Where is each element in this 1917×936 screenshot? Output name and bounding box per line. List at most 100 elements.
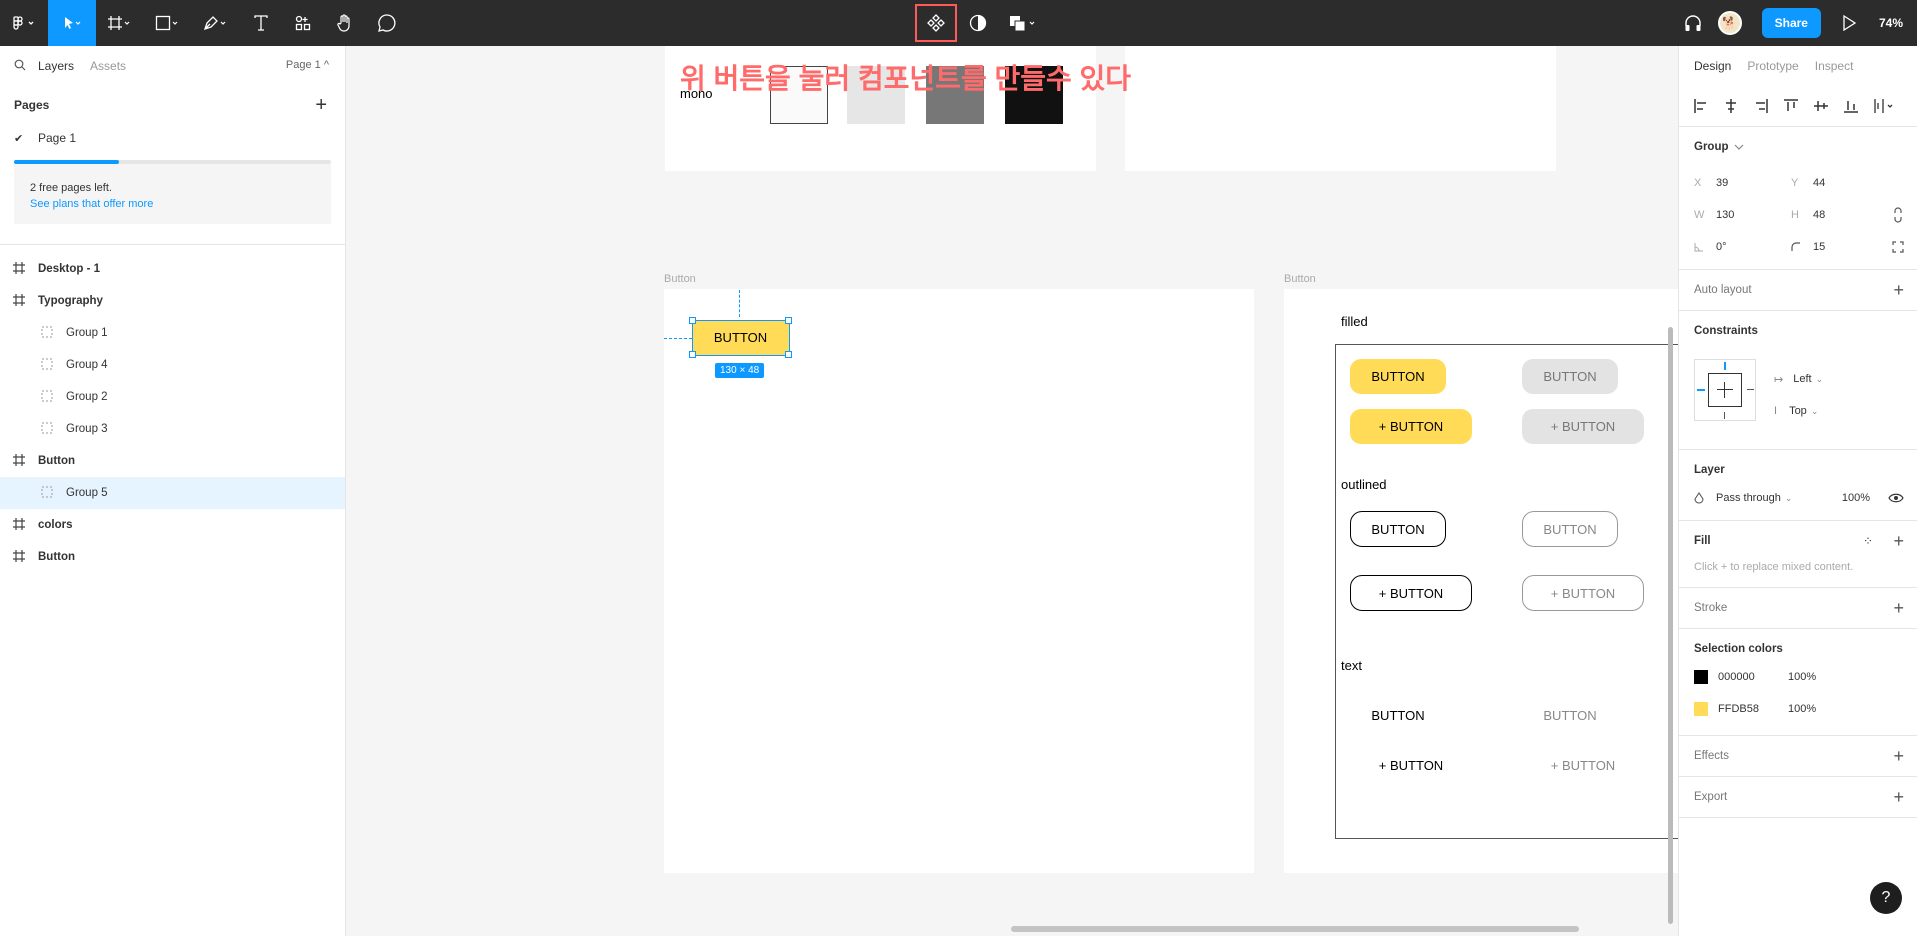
button-filled-gray-icon[interactable]: + BUTTON: [1522, 409, 1644, 444]
y-label: Y: [1791, 177, 1799, 189]
layer-row[interactable]: colors: [0, 509, 345, 541]
add-stroke-button[interactable]: +: [1893, 598, 1904, 619]
play-icon[interactable]: [1831, 0, 1867, 46]
button-outlined-gray[interactable]: BUTTON: [1522, 511, 1618, 547]
w-field[interactable]: 130: [1716, 209, 1791, 221]
tab-design[interactable]: Design: [1694, 59, 1731, 73]
shape-tool-icon[interactable]: [144, 0, 192, 46]
frame-label-button[interactable]: Button: [664, 273, 696, 285]
help-button[interactable]: ?: [1870, 882, 1902, 914]
tab-layers[interactable]: Layers: [38, 59, 74, 73]
layer-row[interactable]: Group 5: [0, 477, 345, 509]
button-filled-gray[interactable]: BUTTON: [1522, 359, 1618, 394]
auto-layout-header[interactable]: Auto layout +: [1679, 270, 1917, 310]
add-export-button[interactable]: +: [1893, 787, 1904, 808]
align-bottom-icon[interactable]: [1843, 98, 1859, 114]
page-item-label: Page 1: [38, 131, 77, 145]
pen-tool-icon[interactable]: [192, 0, 240, 46]
constraints-widget[interactable]: [1694, 359, 1756, 421]
add-auto-layout-button[interactable]: +: [1893, 280, 1904, 301]
align-v-center-icon[interactable]: [1813, 98, 1829, 114]
tab-inspect[interactable]: Inspect: [1815, 59, 1854, 73]
layer-row[interactable]: Typography: [0, 285, 345, 317]
tab-prototype[interactable]: Prototype: [1747, 59, 1798, 73]
button-outlined-gray-icon[interactable]: + BUTTON: [1522, 575, 1644, 611]
align-left-icon[interactable]: [1693, 98, 1709, 114]
layer-row[interactable]: Group 1: [0, 317, 345, 349]
text-tool-icon[interactable]: [240, 0, 282, 46]
eye-icon[interactable]: [1888, 493, 1904, 503]
button-outlined-icon[interactable]: + BUTTON: [1350, 575, 1472, 611]
blend-mode-select[interactable]: Pass through: [1716, 492, 1781, 504]
button-text-gray-icon[interactable]: + BUTTON: [1522, 748, 1644, 783]
resize-handle-br[interactable]: [785, 351, 792, 358]
comment-icon[interactable]: [366, 0, 408, 46]
button-text-icon[interactable]: + BUTTON: [1350, 748, 1472, 783]
add-effect-button[interactable]: +: [1893, 746, 1904, 767]
button-filled-yellow-icon[interactable]: + BUTTON: [1350, 409, 1472, 444]
move-tool-icon[interactable]: [48, 0, 96, 46]
layer-row[interactable]: Button: [0, 445, 345, 477]
figma-menu-icon[interactable]: [0, 0, 48, 46]
colors-frame-2[interactable]: [1125, 46, 1556, 171]
button-outlined[interactable]: BUTTON: [1350, 511, 1446, 547]
avatar[interactable]: 🐕: [1717, 11, 1742, 35]
search-icon[interactable]: [14, 59, 26, 74]
independent-corners-icon[interactable]: [1892, 241, 1904, 253]
distribute-icon[interactable]: [1873, 98, 1893, 114]
layer-row[interactable]: Button: [0, 541, 345, 573]
resize-handle-bl[interactable]: [689, 351, 696, 358]
create-component-icon[interactable]: [915, 4, 957, 42]
page-selector[interactable]: Page 1 ^: [286, 59, 329, 71]
h-field[interactable]: 48: [1813, 209, 1888, 221]
align-right-icon[interactable]: [1753, 98, 1769, 114]
button-text[interactable]: BUTTON: [1350, 698, 1446, 733]
y-field[interactable]: 44: [1813, 177, 1888, 189]
selection-color-row[interactable]: FFDB58 100%: [1679, 693, 1917, 725]
zoom-menu[interactable]: 74%: [1879, 16, 1903, 30]
share-button[interactable]: Share: [1761, 8, 1821, 38]
color-opacity[interactable]: 100%: [1788, 671, 1816, 683]
boolean-icon[interactable]: [999, 0, 1049, 46]
x-field[interactable]: 39: [1716, 177, 1791, 189]
resize-handle-tl[interactable]: [689, 317, 696, 324]
mask-icon[interactable]: [957, 0, 999, 46]
horizontal-scrollbar[interactable]: [1011, 926, 1579, 932]
color-swatch[interactable]: [1694, 702, 1708, 716]
frame-label-button-2[interactable]: Button: [1284, 273, 1316, 285]
group-header[interactable]: Group: [1679, 127, 1917, 167]
constraint-horizontal[interactable]: ↦ Left ⌄: [1759, 363, 1838, 395]
add-fill-button[interactable]: +: [1893, 531, 1904, 552]
tab-assets[interactable]: Assets: [90, 59, 126, 73]
layer-row[interactable]: Group 3: [0, 413, 345, 445]
resize-handle-tr[interactable]: [785, 317, 792, 324]
layer-label: Group 3: [66, 423, 108, 435]
constrain-proportions-icon[interactable]: [1893, 207, 1903, 223]
align-h-center-icon[interactable]: [1723, 98, 1739, 114]
layer-row[interactable]: Group 2: [0, 381, 345, 413]
layer-row[interactable]: Group 4: [0, 349, 345, 381]
style-icon[interactable]: ⁘: [1863, 534, 1873, 548]
constraint-vertical[interactable]: I Top ⌄: [1759, 395, 1833, 427]
canvas[interactable]: mono 위 버튼을 눌러 컴포넌트를 만들수 있다 Button BUTTON…: [346, 46, 1678, 936]
color-opacity[interactable]: 100%: [1788, 703, 1816, 715]
corner-radius-field[interactable]: 15: [1813, 241, 1888, 253]
color-swatch[interactable]: [1694, 670, 1708, 684]
layer-opacity[interactable]: 100%: [1842, 492, 1870, 504]
page-item-page-1[interactable]: ✔ Page 1: [0, 124, 345, 152]
effects-header: Effects +: [1679, 736, 1917, 776]
vertical-scrollbar[interactable]: [1668, 327, 1673, 924]
rotation-field[interactable]: 0°: [1716, 241, 1791, 253]
frame-tool-icon[interactable]: [96, 0, 144, 46]
hand-tool-icon[interactable]: [324, 0, 366, 46]
align-top-icon[interactable]: [1783, 98, 1799, 114]
add-page-button[interactable]: +: [315, 94, 327, 117]
see-plans-link[interactable]: See plans that offer more: [30, 196, 315, 212]
resources-icon[interactable]: [282, 0, 324, 46]
button-filled-yellow[interactable]: BUTTON: [1350, 359, 1446, 394]
color-hex[interactable]: 000000: [1718, 671, 1788, 683]
color-hex[interactable]: FFDB58: [1718, 703, 1788, 715]
button-text-gray[interactable]: BUTTON: [1522, 698, 1618, 733]
layer-row[interactable]: Desktop - 1: [0, 253, 345, 285]
headphones-icon[interactable]: [1678, 0, 1708, 46]
